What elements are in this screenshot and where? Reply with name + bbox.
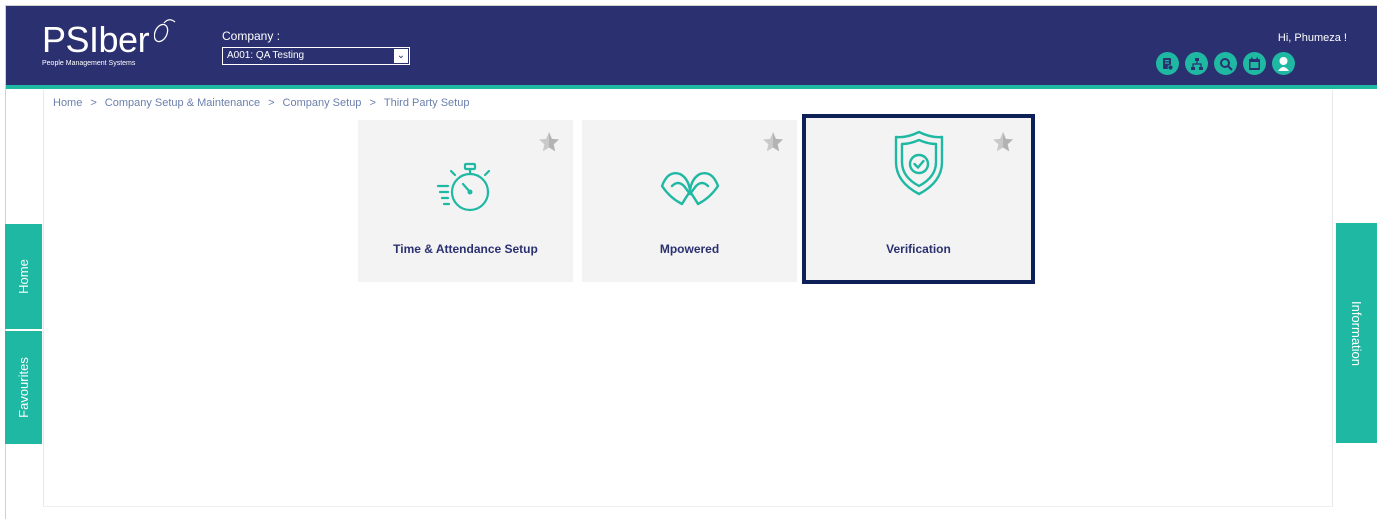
favourites-side-tab-label: Favourites [16, 357, 32, 418]
company-selector: Company : A001: QA Testing ⌄ [222, 29, 410, 65]
search-icon[interactable] [1214, 52, 1237, 75]
chevron-down-icon[interactable]: ⌄ [394, 49, 408, 63]
favourite-star-icon[interactable] [537, 130, 561, 154]
tile-label: Time & Attendance Setup [393, 242, 538, 256]
home-side-tab-label: Home [16, 259, 31, 294]
shield-check-icon [894, 130, 943, 196]
tile-label: Mpowered [659, 242, 720, 256]
breadcrumb: Home > Company Setup & Maintenance > Company… [53, 97, 469, 109]
company-dropdown[interactable]: A001: QA Testing ⌄ [222, 47, 410, 65]
content-bottom-divider [43, 506, 1333, 507]
breadcrumb-separator: > [369, 97, 376, 109]
top-header: PSIber People Management Systems Company… [6, 6, 1377, 85]
header-accent-line [6, 85, 1377, 89]
app-logo[interactable]: PSIber People Management Systems [42, 19, 176, 67]
documents-icon[interactable] [1156, 52, 1179, 75]
header-icon-bar [1156, 52, 1295, 75]
favourites-side-tab[interactable]: Favourites [5, 331, 42, 444]
user-greeting: Hi, Phumeza ! [1277, 32, 1347, 44]
favourite-star-icon[interactable] [761, 130, 785, 154]
home-side-tab[interactable]: Home [5, 224, 42, 329]
tile-label: Verification [886, 242, 951, 256]
logo-text: PSIber [42, 19, 150, 60]
calendar-icon[interactable] [1243, 52, 1266, 75]
left-rail-divider [43, 90, 44, 506]
company-dropdown-value: A001: QA Testing [227, 50, 305, 61]
breadcrumb-company-setup[interactable]: Company Setup [283, 97, 362, 109]
breadcrumb-separator: > [90, 97, 97, 109]
tile-mpowered[interactable]: Mpowered [582, 120, 797, 282]
company-label: Company : [222, 29, 281, 43]
logo-swoosh-icon [154, 19, 176, 43]
right-rail-divider [1332, 90, 1333, 506]
logo-subtext: People Management Systems [42, 60, 136, 67]
mpowered-icon [660, 172, 719, 206]
breadcrumb-home[interactable]: Home [53, 97, 82, 109]
tile-verification[interactable]: Verification [802, 114, 1035, 284]
stopwatch-icon [436, 162, 490, 212]
favourite-star-icon[interactable] [991, 130, 1015, 154]
tile-time-attendance-setup[interactable]: Time & Attendance Setup [358, 120, 573, 282]
breadcrumb-third-party-setup[interactable]: Third Party Setup [384, 97, 470, 109]
information-side-tab-label: Information [1349, 300, 1365, 366]
information-side-tab[interactable]: Information [1336, 223, 1377, 443]
org-chart-icon[interactable] [1185, 52, 1208, 75]
breadcrumb-separator: > [268, 97, 275, 109]
breadcrumb-company-setup-maintenance[interactable]: Company Setup & Maintenance [105, 97, 260, 109]
profile-icon[interactable] [1272, 52, 1295, 75]
